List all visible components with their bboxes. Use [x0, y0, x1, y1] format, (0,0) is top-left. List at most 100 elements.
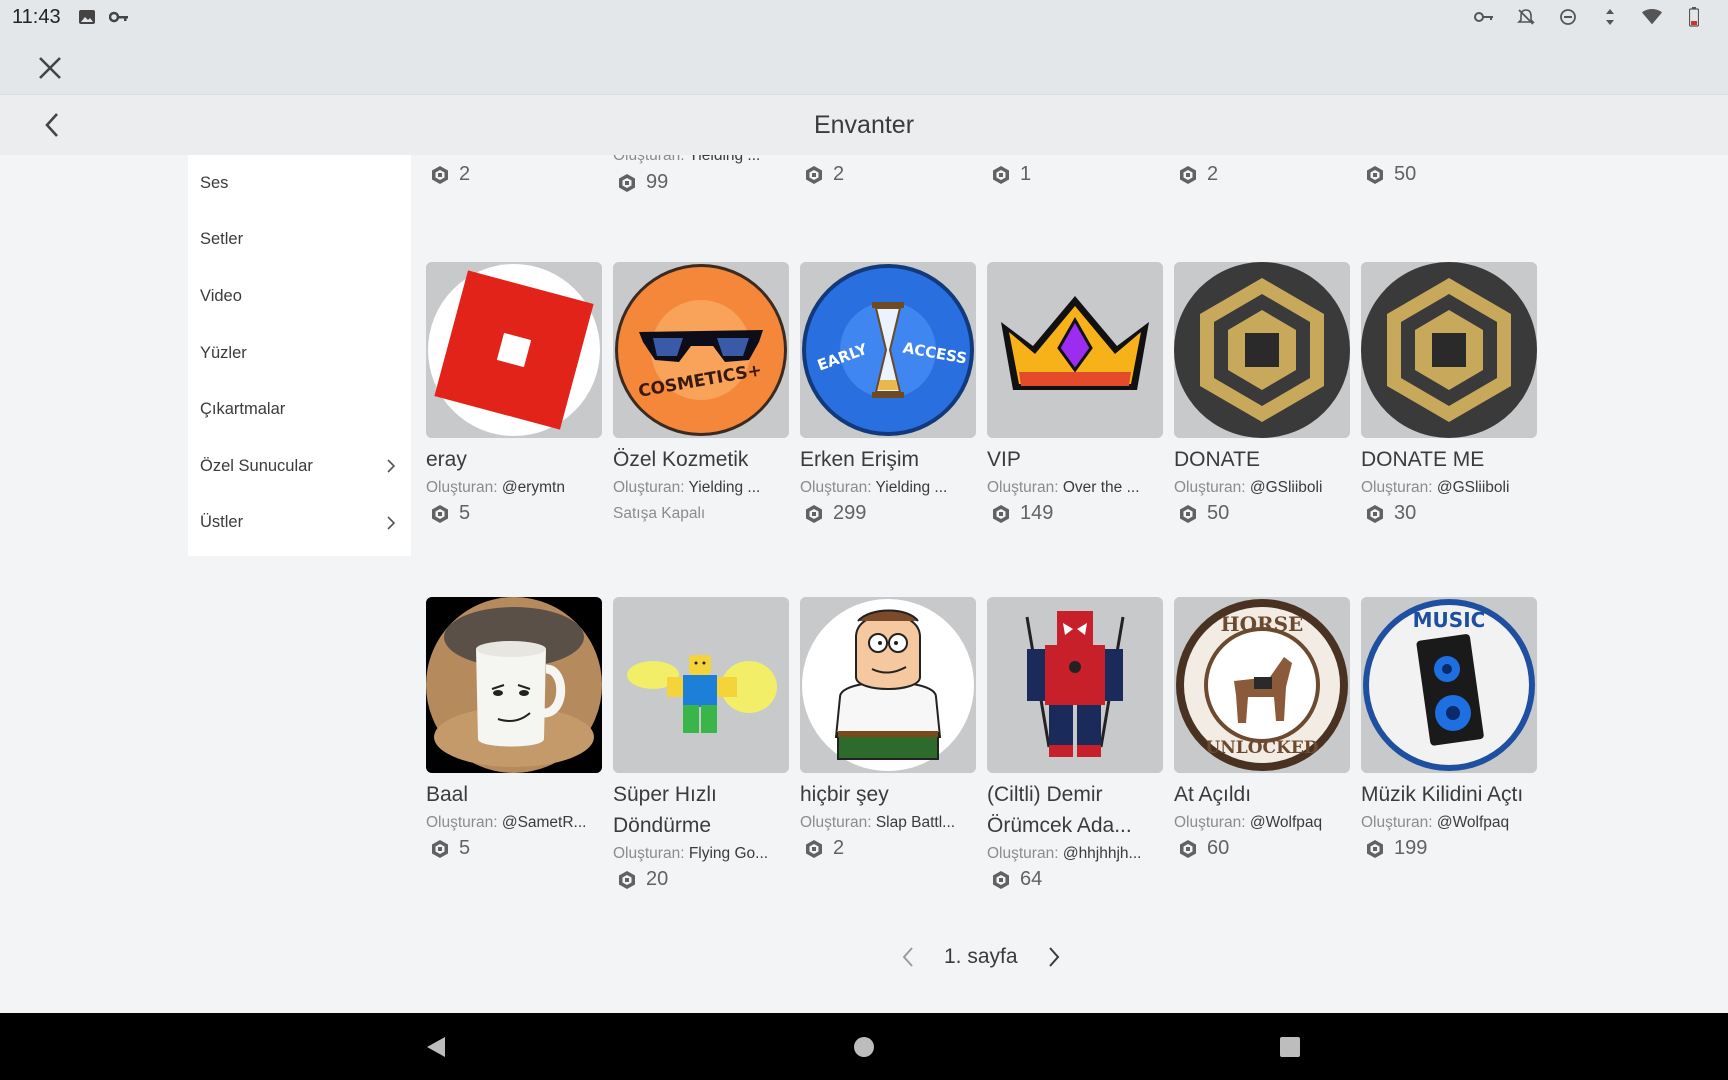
sidebar-item-ozel-sunucular[interactable]: Özel Sunucular — [188, 438, 411, 495]
status-time: 11:43 — [12, 5, 61, 28]
item-card[interactable]: Baal Oluşturan: @SametR... 5 — [426, 597, 602, 860]
item-card[interactable]: HORSE UNLOCKED At Açıldı Oluşturan: @Wolf… — [1174, 597, 1350, 860]
horse-text: HORSE — [1221, 612, 1304, 636]
recents-square-icon — [1280, 1037, 1300, 1057]
sidebar-item-yuzler[interactable]: Yüzler — [188, 325, 411, 382]
item-price-value: 60 — [1207, 837, 1230, 859]
creator-name: Flying Go... — [688, 845, 769, 862]
creator-name: @hhjhhjh... — [1062, 845, 1142, 862]
robux-coin-thumbnail — [1361, 262, 1537, 438]
creator-prefix: Oluşturan: — [613, 155, 685, 164]
sidebar-item-label: Yüzler — [200, 343, 247, 362]
sidebar-item-ses[interactable]: Ses — [188, 155, 411, 212]
item-creator: Oluşturan: @Wolfpaq — [1361, 814, 1537, 832]
item-card[interactable]: MUSIC Müzik Kilidini Açtı Oluşturan: @Wo… — [1361, 597, 1537, 860]
item-thumbnail[interactable] — [987, 262, 1163, 438]
item-name: DONATE — [1174, 448, 1260, 471]
robux-icon — [1180, 165, 1196, 184]
music-text: MUSIC — [1413, 608, 1486, 632]
item-thumbnail[interactable]: COSMETICS+ — [613, 262, 789, 438]
item-card[interactable]: eray Oluşturan: @erymtn 5 — [426, 262, 602, 525]
close-icon — [39, 57, 61, 79]
sidebar-item-setler[interactable]: Setler — [188, 212, 411, 269]
item-card[interactable]: 2 — [426, 163, 602, 186]
sidebar-item-label: Ses — [200, 173, 229, 192]
item-price: 2 — [1174, 163, 1350, 186]
robux-coin-thumbnail — [1174, 262, 1350, 438]
creator-prefix: Oluşturan: — [1361, 814, 1433, 831]
creator-prefix: Oluşturan: — [1174, 479, 1246, 496]
creator-prefix: Oluşturan: — [987, 479, 1059, 496]
offsale-label: Satışa Kapalı — [613, 505, 706, 522]
sidebar-item-ustler[interactable]: Üstler — [188, 495, 411, 552]
item-thumbnail[interactable] — [1174, 262, 1350, 438]
robux-icon — [993, 870, 1009, 889]
item-price-value: 199 — [1394, 837, 1428, 859]
do-not-disturb-icon — [1558, 9, 1578, 25]
chevron-right-icon — [387, 516, 396, 530]
item-card[interactable]: 2 — [1174, 163, 1350, 186]
creator-name: @erymtn — [501, 479, 565, 496]
close-button[interactable] — [30, 48, 70, 88]
key-icon — [108, 9, 129, 25]
item-card[interactable]: Oluşturan: Yielding ... 99 — [613, 155, 789, 194]
spinning-avatar-thumbnail — [613, 597, 789, 773]
item-creator: Oluşturan: Yielding ... — [800, 479, 976, 497]
item-price-value: 50 — [1207, 502, 1230, 524]
robux-icon — [432, 165, 448, 184]
robux-icon — [806, 839, 822, 858]
item-thumbnail[interactable] — [987, 597, 1163, 773]
top-bar — [0, 34, 1728, 94]
item-name: VIP — [987, 448, 1021, 471]
item-card[interactable]: 2 — [800, 163, 976, 186]
sidebar-item-cikartmalar[interactable]: Çıkartmalar — [188, 381, 411, 438]
nav-recents-button[interactable] — [1274, 1031, 1306, 1063]
item-card[interactable]: COSMETICS+ Özel Kozmetik Oluşturan: Yiel… — [613, 262, 789, 523]
creator-name: Yielding ... — [688, 479, 761, 496]
item-thumbnail[interactable]: HORSE UNLOCKED — [1174, 597, 1350, 773]
item-price-value: 20 — [646, 868, 669, 890]
creator-prefix: Oluşturan: — [613, 845, 685, 862]
item-card[interactable]: DONATE Oluşturan: @GSliiboli 50 — [1174, 262, 1350, 525]
sidebar-item-label: Setler — [200, 230, 244, 249]
item-card[interactable]: 1 — [987, 163, 1163, 186]
item-thumbnail[interactable] — [426, 597, 602, 773]
item-card[interactable]: VIP Oluşturan: Over the ... 149 — [987, 262, 1163, 525]
creator-prefix: Oluşturan: — [800, 814, 872, 831]
creator-prefix: Oluşturan: — [1361, 479, 1433, 496]
item-price: 50 — [1174, 502, 1350, 525]
item-price: 20 — [613, 868, 789, 891]
page-title: Envanter — [813, 111, 915, 139]
item-thumbnail[interactable] — [1361, 262, 1537, 438]
system-nav-bar — [0, 1013, 1728, 1080]
sidebar-item-video[interactable]: Video — [188, 268, 411, 325]
item-creator: Oluşturan: Yielding ... — [613, 479, 789, 497]
item-card[interactable]: Süper Hızlı Döndürme Oluşturan: Flying G… — [613, 597, 789, 891]
item-name: DONATE ME — [1361, 448, 1485, 471]
item-thumbnail[interactable] — [800, 597, 976, 773]
robux-icon — [619, 870, 635, 889]
item-thumbnail[interactable] — [426, 262, 602, 438]
item-price: 2 — [426, 163, 602, 186]
robux-icon — [432, 839, 448, 858]
item-card[interactable]: hiçbir şey Oluşturan: Slap Battl... 2 — [800, 597, 976, 860]
early-access-badge-thumbnail: EARLY ACCESS — [800, 262, 976, 438]
item-thumbnail[interactable]: EARLY ACCESS — [800, 262, 976, 438]
item-name: Erken Erişim — [800, 448, 920, 471]
status-bar: 11:43 — [0, 0, 1728, 34]
item-price: 50 — [1361, 163, 1537, 186]
next-page-button[interactable] — [1042, 945, 1066, 969]
item-thumbnail[interactable] — [613, 597, 789, 773]
nav-back-button[interactable] — [420, 1031, 452, 1063]
item-card[interactable]: 50 — [1361, 163, 1537, 186]
item-card[interactable]: DONATE ME Oluşturan: @GSliiboli 30 — [1361, 262, 1537, 525]
prev-page-button[interactable] — [896, 945, 920, 969]
item-creator: Oluşturan: Slap Battl... — [800, 814, 976, 832]
creator-name: Yielding ... — [688, 155, 761, 164]
item-card[interactable]: EARLY ACCESS Erken Erişim Oluşturan: Yiel… — [800, 262, 976, 525]
wifi-icon — [1642, 9, 1662, 25]
nav-home-button[interactable] — [848, 1031, 880, 1063]
item-price: 2 — [800, 163, 976, 186]
item-thumbnail[interactable]: MUSIC — [1361, 597, 1537, 773]
item-card[interactable]: (Ciltli) Demir Örümcek Ada... Oluşturan:… — [987, 597, 1163, 891]
